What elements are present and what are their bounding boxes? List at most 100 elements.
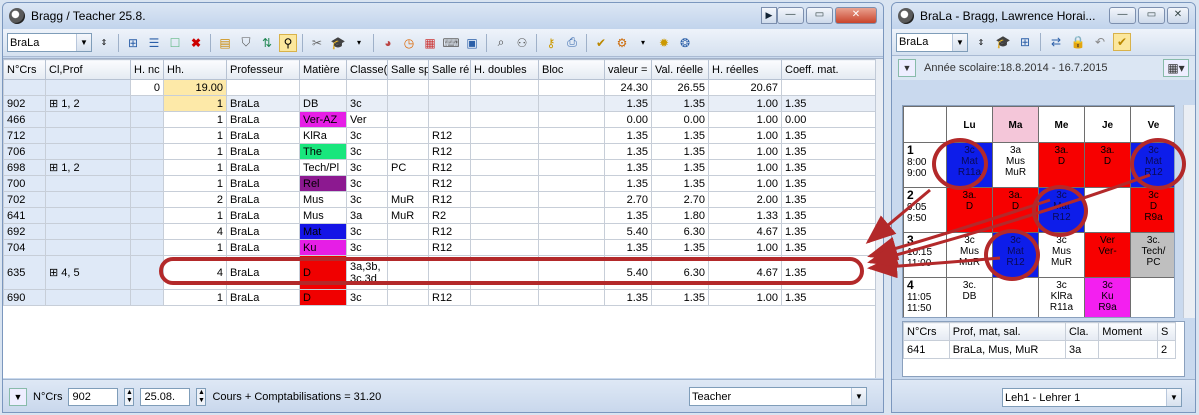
lesson-cell[interactable]: 3c KlRa R11a [1038, 277, 1085, 317]
chevron-down-icon[interactable]: ▼ [898, 59, 916, 77]
grid-icon[interactable]: ⊞ [1016, 33, 1034, 51]
search-icon[interactable]: ⌕ [492, 34, 510, 52]
lesson-cell[interactable]: 3a Mus MuR [992, 142, 1039, 188]
column-header[interactable]: H. nc [130, 59, 164, 80]
maximize-button[interactable]: ▭ [1138, 7, 1165, 24]
date-field[interactable]: 25.08. [140, 387, 191, 406]
table-row[interactable]: 466 1 BraLa Ver-AZ Ver 0.00 0.00 1.00 0.00 [3, 111, 878, 128]
lesson-cell[interactable] [1084, 187, 1131, 233]
calendar-icon[interactable]: ▦▾ [1163, 59, 1189, 77]
chevron-down-icon[interactable]: ▼ [952, 33, 967, 51]
gear-icon[interactable]: ✹ [655, 34, 673, 52]
table-icon[interactable]: ▣ [463, 34, 481, 52]
detail-row[interactable]: 641 BraLa, Mus, MuR 3a 2 [903, 340, 1177, 359]
check-icon[interactable]: ✔ [1113, 33, 1131, 51]
people-icon[interactable]: ⚇ [513, 34, 531, 52]
lesson-cell[interactable]: 3c Mus MuR [1038, 232, 1085, 278]
timetable-scrollbar[interactable] [1183, 105, 1195, 318]
column-header[interactable]: Hh. [163, 59, 227, 80]
table-row[interactable]: 902 ⊞ 1, 2 1 BraLa DB 3c 1.35 1.35 1.00 1.35 [3, 95, 878, 112]
table-row[interactable]: 698 ⊞ 1, 2 1 BraLa Tech/Pl 3c PC R12 1.35 1.35 1.0… [3, 159, 878, 176]
chevron-down-icon[interactable]: ▼ [9, 387, 27, 406]
check-icon[interactable]: ✔ [592, 34, 610, 52]
lesson-cell[interactable]: 3a. D [946, 187, 993, 233]
lesson-cell[interactable] [992, 277, 1039, 317]
close-button[interactable]: ✕ [1167, 7, 1189, 24]
column-header[interactable]: Bloc [538, 59, 605, 80]
column-header[interactable]: Salle sp [387, 59, 429, 80]
detail-column-header[interactable]: Cla. [1064, 322, 1100, 341]
column-header[interactable]: Cl,Prof [45, 59, 131, 80]
clock-icon[interactable]: ◷ [400, 34, 418, 52]
spin-icon[interactable]: ▲ ▼ [196, 387, 207, 406]
expand-icon[interactable]: ⊞ [49, 98, 61, 110]
detail-column-header[interactable]: Moment [1098, 322, 1158, 341]
table-row[interactable]: 692 4 BraLa Mat 3c R12 5.40 6.30 4.67 1.35 [3, 223, 878, 240]
new-icon[interactable]: ☐ [166, 34, 184, 52]
lesson-cell[interactable]: 3c. DB [946, 277, 993, 317]
graduation-icon[interactable]: 🎓 [994, 33, 1012, 51]
column-header[interactable]: Salle ré [428, 59, 471, 80]
spin-icon[interactable]: ⇕ [95, 34, 113, 52]
lesson-cell[interactable] [1130, 277, 1174, 317]
chevron-down-icon[interactable]: ▼ [1166, 389, 1181, 406]
lesson-cell[interactable]: 3a. D [1038, 142, 1085, 188]
minimize-button[interactable]: — [777, 7, 804, 24]
table-row[interactable]: 704 1 BraLa Ku 3c R12 1.35 1.35 1.00 1.35 [3, 239, 878, 256]
print-icon[interactable]: ⎙ [563, 34, 581, 52]
close-button[interactable]: ✕ [835, 7, 877, 24]
graduation-icon[interactable]: 🎓 [329, 34, 347, 52]
spin-icon[interactable]: ▲ ▼ [124, 387, 135, 406]
table-row[interactable]: 706 1 BraLa The 3c R12 1.35 1.35 1.00 1.35 [3, 143, 878, 160]
sort-icon[interactable]: ⇅ [258, 34, 276, 52]
report-icon[interactable]: ▤ [216, 34, 234, 52]
column-header[interactable]: valeur = [604, 59, 652, 80]
teacher-combo[interactable]: Leh1 - Lehrer 1 ▼ [1002, 388, 1182, 407]
undo-icon[interactable]: ↶ [1091, 33, 1109, 51]
column-header[interactable]: Matière [299, 59, 347, 80]
table-row[interactable]: 712 1 BraLa KlRa 3c R12 1.35 1.35 1.00 1.35 [3, 127, 878, 144]
grid-icon[interactable]: ⊞ [124, 34, 142, 52]
course-number-field[interactable]: 902 [68, 387, 119, 406]
table-row[interactable]: 700 1 BraLa Rel 3c R12 1.35 1.35 1.00 1.35 [3, 175, 878, 192]
element-combo[interactable]: BraLa ▼ [7, 33, 92, 52]
delete-icon[interactable]: ✖ [187, 34, 205, 52]
timetable-combo[interactable]: BraLa ▼ [896, 32, 968, 52]
lesson-cell[interactable]: Ver Ver- [1084, 232, 1131, 278]
link-icon[interactable]: ⚲ [279, 33, 297, 52]
minimize-button[interactable]: — [1109, 7, 1136, 24]
maximize-button[interactable]: ▭ [806, 7, 833, 24]
table-row[interactable]: 641 1 BraLa Mus 3a MuR R2 1.35 1.80 1.33 1.35 [3, 207, 878, 224]
detail-column-header[interactable]: Prof, mat, sal. [948, 322, 1066, 341]
lesson-cell[interactable]: 3c Ku R9a [1084, 277, 1131, 317]
filter-icon[interactable]: ⛉ [237, 34, 255, 52]
detail-column-header[interactable]: N°Crs [903, 322, 950, 341]
table-row[interactable]: 690 1 BraLa D 3c R12 1.35 1.35 1.00 1.35 [3, 289, 878, 306]
lock-icon[interactable]: 🔒 [1069, 33, 1087, 51]
detail-column-header[interactable]: S [1156, 322, 1177, 341]
dropdown-icon[interactable]: ▾ [350, 34, 368, 52]
help-icon[interactable]: ❂ [676, 34, 694, 52]
key-icon[interactable]: ⚷ [542, 34, 560, 52]
list-icon[interactable]: ☰ [145, 34, 163, 52]
lesson-cell[interactable]: 3c D R9a [1130, 187, 1174, 233]
tools-icon[interactable]: ✂ [308, 34, 326, 52]
view-combo[interactable]: Teacher ▼ [689, 387, 867, 406]
expand-icon[interactable]: ⊞ [49, 267, 61, 279]
column-header[interactable]: Val. réelle [651, 59, 709, 80]
prev-nav-icon[interactable]: ▶ [761, 7, 777, 24]
dropdown2-icon[interactable]: ▾ [634, 34, 652, 52]
column-header[interactable]: Professeur [226, 59, 300, 80]
settings-icon[interactable]: ⚙ [613, 34, 631, 52]
keyboard-icon[interactable]: ⌨ [442, 34, 460, 52]
grid-scrollbar[interactable] [875, 59, 883, 378]
table-row[interactable]: 702 2 BraLa Mus 3c MuR R12 2.70 2.70 2.00 1.35 [3, 191, 878, 208]
calendar-icon[interactable]: ▦ [421, 34, 439, 52]
chevron-down-icon[interactable]: ▼ [76, 34, 91, 51]
palette-icon[interactable]: ◕ [379, 34, 397, 52]
column-header[interactable]: H. réelles [708, 59, 782, 80]
column-header[interactable]: N°Crs [3, 59, 46, 80]
lesson-cell[interactable]: 3c. Tech/ PC [1130, 232, 1174, 278]
column-header[interactable]: Classe( [346, 59, 388, 80]
lesson-cell[interactable]: 3a. D [1084, 142, 1131, 188]
